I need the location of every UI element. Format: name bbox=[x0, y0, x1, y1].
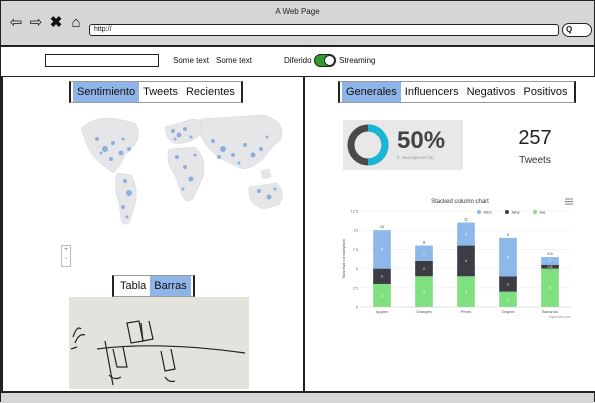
segment-label: 5 bbox=[549, 286, 551, 290]
y-tick-label: 0 bbox=[356, 306, 358, 310]
url-bar[interactable]: http:// bbox=[89, 24, 559, 36]
segment-label: 2 bbox=[423, 252, 425, 256]
chart-menu-icon bbox=[565, 198, 573, 205]
segment-label: 5 bbox=[381, 248, 383, 252]
segment-label: 5 bbox=[507, 255, 509, 259]
browser-window: A Web Page ⇦ ⇨ ✖ ⌂ http:// Q Some text S… bbox=[0, 0, 595, 403]
sketch-photo bbox=[69, 297, 249, 389]
kpi-percent-card: 50% 5. Suscriptores (5) bbox=[343, 120, 463, 170]
left-tabs: Sentimiento Tweets Recientes bbox=[69, 81, 243, 103]
forward-arrow-icon[interactable]: ⇨ bbox=[29, 14, 43, 32]
chart-svg: Stacked column chart 0 2.5 5 7.5 10 12.5 Total … bbox=[341, 198, 573, 319]
home-icon[interactable]: ⌂ bbox=[69, 14, 83, 32]
segment-label: 4 bbox=[465, 290, 467, 294]
search-icon: Q bbox=[566, 25, 573, 34]
title-bar: A Web Page ⇦ ⇨ ✖ ⌂ http:// Q bbox=[1, 1, 594, 47]
kpi-percent-sub: 5. Suscriptores (5) bbox=[397, 155, 434, 160]
kpi-tweets-label: Tweets bbox=[519, 155, 551, 166]
tab-recientes[interactable]: Recientes bbox=[182, 82, 239, 102]
segment-label: 4 bbox=[465, 259, 467, 263]
total-label: 9 bbox=[507, 233, 509, 237]
donut-gauge bbox=[347, 124, 389, 166]
map-zoom-control[interactable]: + - bbox=[61, 245, 71, 267]
right-tabs: Generales Influencers Negativos Positivo… bbox=[338, 81, 576, 103]
tab-tabla[interactable]: Tabla bbox=[116, 276, 150, 296]
left-tabs-2: Tabla Barras bbox=[112, 275, 195, 297]
toolbar: Some text Some text Diferido Streaming bbox=[1, 48, 594, 78]
toggle-knob bbox=[324, 55, 335, 66]
legend-label: Joe bbox=[539, 210, 546, 215]
tab-generales[interactable]: Generales bbox=[342, 82, 401, 102]
total-label: 10 bbox=[380, 225, 384, 229]
segment-label: 2 bbox=[507, 298, 509, 302]
segment-label: 4 bbox=[423, 290, 425, 294]
x-tick-label: Grapes bbox=[501, 309, 514, 314]
stacked-column-chart: Stacked column chart 0 2.5 5 7.5 10 12.5 Total … bbox=[339, 193, 581, 321]
x-tick-label: Apples bbox=[376, 309, 388, 314]
y-tick-label: 12.5 bbox=[351, 210, 358, 214]
x-tick-label: Bananas bbox=[542, 309, 558, 314]
sketch-drawing bbox=[70, 320, 246, 386]
legend-marker bbox=[505, 210, 509, 214]
window-title: A Web Page bbox=[275, 7, 320, 16]
kpi-tweets-count: 257 bbox=[518, 127, 552, 149]
tab-tweets[interactable]: Tweets bbox=[139, 82, 182, 102]
toolbar-text-1: Some text bbox=[173, 56, 210, 65]
segment-label: 2 bbox=[381, 275, 383, 279]
status-bar bbox=[1, 391, 594, 403]
legend-label: John bbox=[483, 210, 492, 215]
streaming-toggle[interactable] bbox=[314, 54, 336, 67]
tab-sentimiento[interactable]: Sentimiento bbox=[73, 82, 140, 102]
tab-barras[interactable]: Barras bbox=[150, 276, 191, 296]
total-label: 6.5 bbox=[547, 252, 552, 256]
search-box[interactable]: Q bbox=[562, 23, 592, 37]
total-label: 8 bbox=[423, 241, 425, 245]
segment-label: 3 bbox=[465, 232, 467, 236]
tab-influencers[interactable]: Influencers bbox=[401, 82, 463, 102]
toolbar-text-2: Some text bbox=[216, 56, 253, 65]
segment-label: 0.5 bbox=[548, 265, 553, 269]
legend-marker bbox=[533, 210, 537, 214]
toggle-left-label: Diferido bbox=[284, 56, 312, 65]
kpi-percent: 50% bbox=[397, 127, 446, 154]
world-map bbox=[80, 114, 283, 225]
total-label: 11 bbox=[464, 218, 468, 222]
zoom-in-button[interactable]: + bbox=[64, 247, 68, 253]
close-icon[interactable]: ✖ bbox=[49, 14, 63, 32]
x-tick-label: Pears bbox=[461, 309, 471, 314]
chart-credit: Highcharts.com bbox=[549, 315, 571, 319]
segment-label: 1 bbox=[549, 259, 551, 263]
y-tick-label: 10 bbox=[354, 229, 358, 233]
y-tick-label: 5 bbox=[356, 267, 358, 271]
y-tick-label: 7.5 bbox=[353, 248, 358, 252]
segment-label: 2 bbox=[507, 282, 509, 286]
legend-label: Jane bbox=[511, 210, 520, 215]
chart-title: Stacked column chart bbox=[431, 199, 489, 205]
segment-label: 3 bbox=[381, 294, 383, 298]
legend-marker bbox=[477, 210, 481, 214]
zoom-out-button[interactable]: - bbox=[65, 256, 67, 262]
tab-negativos[interactable]: Negativos bbox=[463, 82, 520, 102]
toggle-right-label: Streaming bbox=[339, 56, 376, 65]
segment-label: 2 bbox=[423, 267, 425, 271]
toolbar-input[interactable] bbox=[45, 54, 159, 67]
y-tick-label: 2.5 bbox=[353, 286, 358, 290]
back-arrow-icon[interactable]: ⇦ bbox=[9, 14, 23, 32]
x-tick-label: Oranges bbox=[416, 309, 431, 314]
tab-positivos[interactable]: Positivos bbox=[520, 82, 572, 102]
y-axis-label: Total fruit consumption bbox=[341, 239, 346, 279]
